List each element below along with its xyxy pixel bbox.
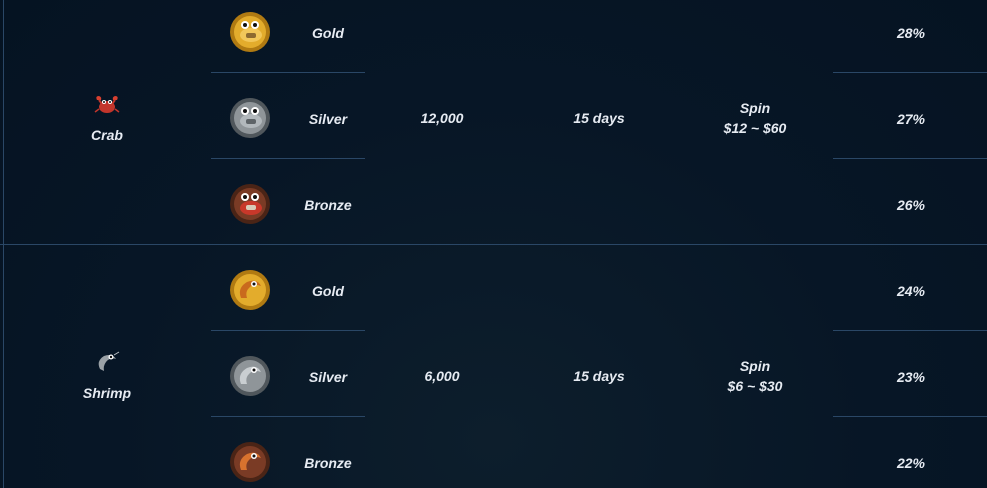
- crab-icon: [94, 96, 120, 113]
- duration-cell: 15 days: [573, 110, 625, 126]
- tier-divider: [211, 158, 365, 159]
- percent-value: 24%: [896, 283, 926, 299]
- bronze-shrimp-medal-icon: [230, 442, 270, 482]
- animal-label: Shrimp: [82, 385, 132, 401]
- reward-range: $6 ~ $30: [727, 378, 783, 394]
- gold-shrimp-medal-icon: [230, 270, 270, 310]
- percent-value: 28%: [896, 25, 926, 41]
- tier-label-gold: Gold: [312, 25, 344, 41]
- percent-divider: [833, 416, 987, 417]
- gold-crab-medal-icon: [230, 12, 270, 52]
- silver-shrimp-medal-icon: [230, 356, 270, 396]
- tier-label-gold: Gold: [312, 283, 344, 299]
- percent-value: 27%: [896, 111, 926, 127]
- reward-range: $12 ~ $60: [723, 120, 787, 136]
- percent-value: 26%: [896, 197, 926, 213]
- percent-divider: [833, 158, 987, 159]
- percent-value: 22%: [896, 455, 926, 471]
- duration-cell: 15 days: [573, 368, 625, 384]
- group-divider: [0, 244, 987, 245]
- tier-label-bronze: Bronze: [304, 455, 352, 471]
- reward-title: Spin: [739, 100, 771, 116]
- animal-label: Crab: [91, 127, 123, 143]
- tier-divider: [211, 72, 365, 73]
- percent-divider: [833, 72, 987, 73]
- tier-divider: [211, 416, 365, 417]
- percent-divider: [833, 330, 987, 331]
- value-cell: 6,000: [424, 368, 460, 384]
- tier-label-bronze: Bronze: [304, 197, 352, 213]
- reward-title: Spin: [739, 358, 771, 374]
- tier-label-silver: Silver: [308, 369, 348, 385]
- shrimp-icon: [98, 351, 120, 371]
- value-cell: 12,000: [420, 110, 464, 126]
- percent-value: 23%: [896, 369, 926, 385]
- bronze-crab-medal-icon: [230, 184, 270, 224]
- tier-divider: [211, 330, 365, 331]
- tier-label-silver: Silver: [308, 111, 348, 127]
- silver-crab-medal-icon: [230, 98, 270, 138]
